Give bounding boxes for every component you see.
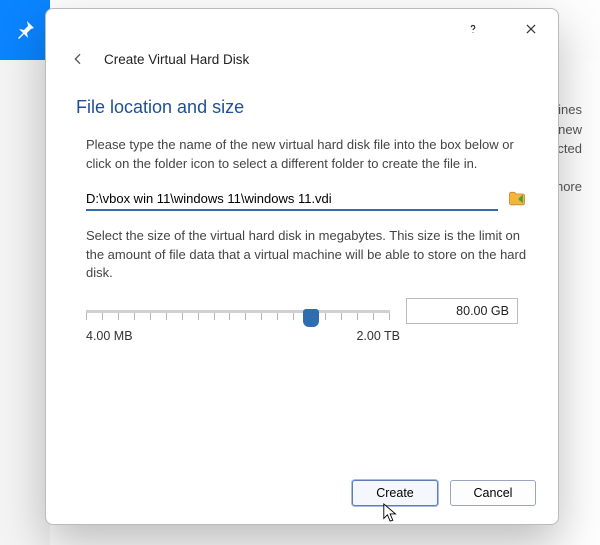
- help-button[interactable]: [456, 12, 490, 46]
- folder-icon: [507, 189, 527, 209]
- slider-max-label: 2.00 TB: [356, 329, 400, 343]
- size-value: 80.00 GB: [456, 304, 509, 318]
- create-virtual-disk-dialog: Create Virtual Hard Disk File location a…: [45, 8, 559, 525]
- pin-tab: [0, 0, 50, 60]
- back-arrow-icon: [70, 51, 86, 67]
- back-button[interactable]: [68, 49, 88, 69]
- size-value-box[interactable]: 80.00 GB: [406, 298, 518, 324]
- size-description: Select the size of the virtual hard disk…: [86, 227, 528, 284]
- close-icon: [524, 22, 538, 36]
- path-description: Please type the name of the new virtual …: [86, 136, 528, 174]
- slider-min-label: 4.00 MB: [86, 329, 133, 343]
- cancel-button[interactable]: Cancel: [450, 480, 536, 506]
- pin-icon: [13, 18, 37, 42]
- step-heading: File location and size: [76, 97, 528, 118]
- help-icon: [466, 22, 480, 36]
- close-button[interactable]: [514, 12, 548, 46]
- disk-path-input[interactable]: [86, 188, 498, 211]
- dialog-titlebar: [46, 9, 558, 49]
- size-slider-track[interactable]: [86, 310, 390, 313]
- size-slider-thumb[interactable]: [303, 309, 319, 327]
- create-button[interactable]: Create: [352, 480, 438, 506]
- dialog-footer: Create Cancel: [46, 470, 558, 524]
- slider-ticks: [86, 313, 390, 323]
- browse-folder-button[interactable]: [506, 188, 528, 210]
- wizard-title: Create Virtual Hard Disk: [104, 52, 249, 67]
